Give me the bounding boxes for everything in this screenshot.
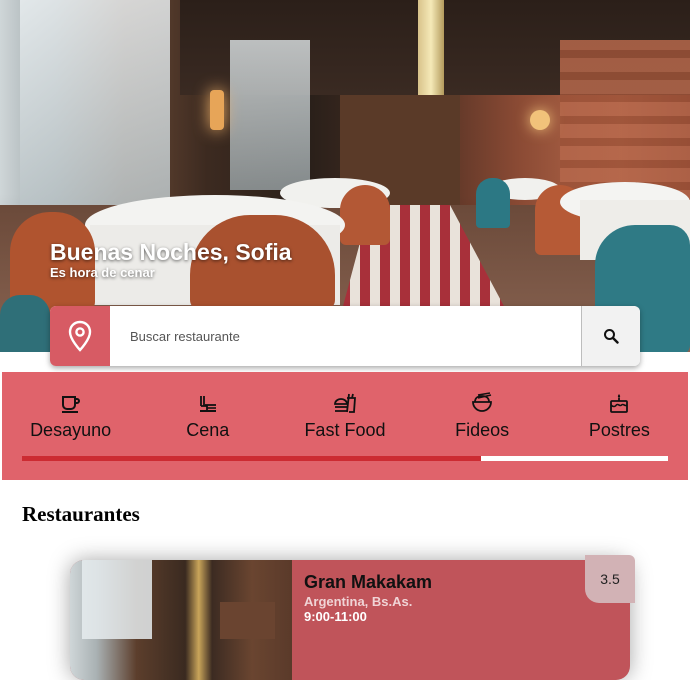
restaurant-location: Argentina, Bs.As. <box>304 594 413 609</box>
cake-icon <box>610 394 629 413</box>
category-scrollbar-thumb[interactable] <box>22 456 481 461</box>
noodles-bowl-icon <box>472 392 493 412</box>
restaurant-card[interactable]: Gran Makakam Argentina, Bs.As. 9:00-11:0… <box>70 560 630 680</box>
restaurant-hours: 9:00-11:00 <box>304 609 367 624</box>
coffee-cup-icon <box>61 396 80 413</box>
category-label: Cena <box>186 420 230 440</box>
category-label: Desayuno <box>30 420 112 440</box>
search-icon <box>604 329 619 344</box>
category-postres[interactable]: Postres <box>559 392 679 441</box>
category-cena[interactable]: Cena <box>148 392 268 441</box>
hero-banner <box>0 0 690 352</box>
category-label: Postres <box>588 420 650 440</box>
restaurant-name: Gran Makakam <box>304 572 433 592</box>
greeting-title: Buenas Noches, Sofia <box>50 239 292 265</box>
category-label: Fideos <box>455 420 510 440</box>
greeting-block: Buenas Noches, Sofia Es hora de cenar <box>50 238 292 280</box>
location-pin-icon[interactable] <box>50 306 110 366</box>
fast-food-icon <box>334 393 356 413</box>
category-bar: Desayuno Cena Fast Food Fideos Postres <box>2 372 688 480</box>
category-desayuno[interactable]: Desayuno <box>11 392 131 441</box>
search-input[interactable] <box>110 306 581 366</box>
section-title: Restaurantes <box>22 502 140 526</box>
category-label: Fast Food <box>304 420 386 440</box>
category-fideos[interactable]: Fideos <box>422 392 542 441</box>
greeting-subtitle: Es hora de cenar <box>50 265 155 280</box>
search-bar <box>50 306 640 366</box>
category-fast-food[interactable]: Fast Food <box>285 392 405 441</box>
rating-badge: 3.5 <box>585 555 635 603</box>
search-button[interactable] <box>581 306 640 366</box>
restaurant-image <box>70 560 292 680</box>
dinner-icon <box>199 396 216 412</box>
category-scrollbar[interactable] <box>22 456 668 461</box>
